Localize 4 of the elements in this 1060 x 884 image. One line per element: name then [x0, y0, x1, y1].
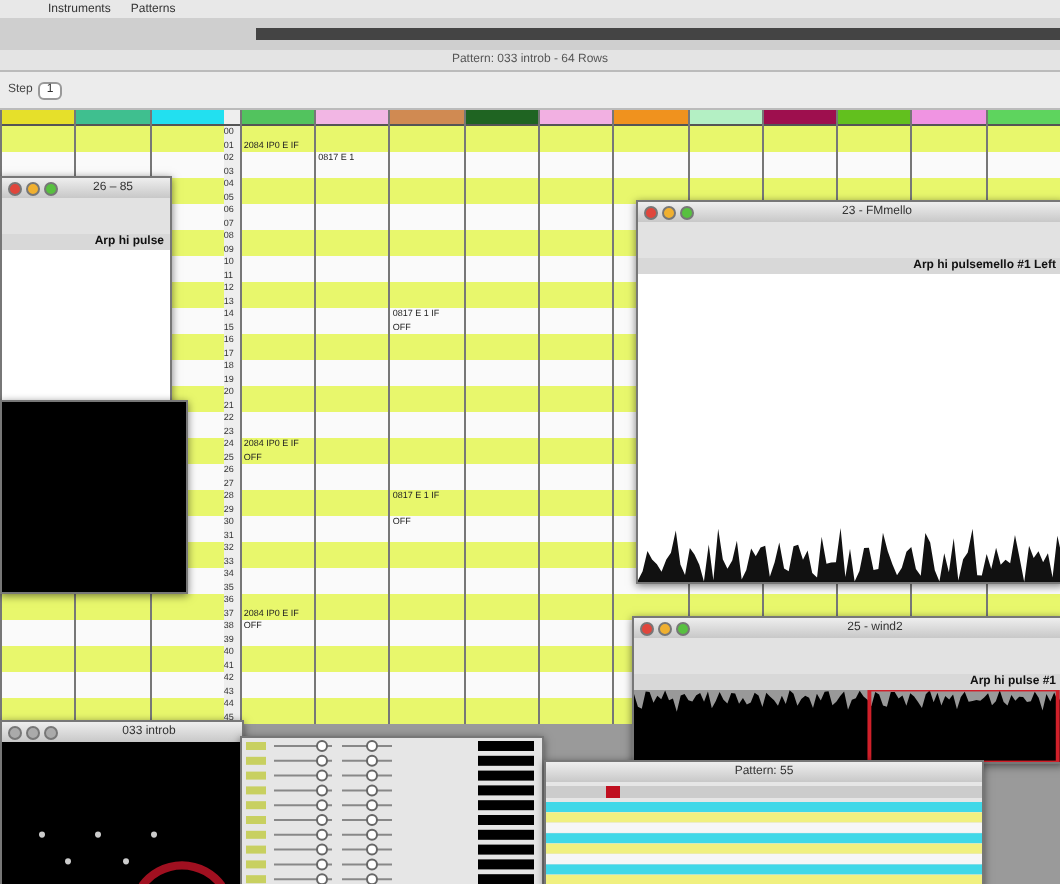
window-buttons-icon[interactable]	[644, 205, 694, 219]
window-buttons-icon[interactable]	[8, 725, 58, 739]
window-buttons-icon[interactable]	[640, 621, 690, 635]
window-buttons-icon[interactable]	[8, 181, 58, 195]
